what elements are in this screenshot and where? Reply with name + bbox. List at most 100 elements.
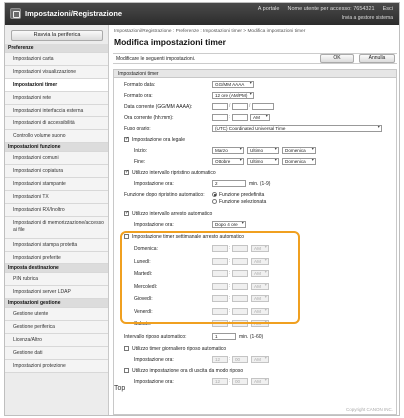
current-time-hour-input[interactable] — [212, 114, 228, 121]
dst-end-label: Fine: — [134, 159, 146, 165]
daily-sleep-label: Utilizzo timer giornaliero riposo automa… — [132, 346, 227, 352]
send-to-admin-link[interactable]: Invia a gestore sistema — [342, 15, 393, 21]
current-time-ampm-select[interactable]: AM — [250, 114, 270, 121]
sidebar-item-pin-rubrica[interactable]: PIN rubrica — [5, 273, 108, 287]
dst-end-week-select[interactable]: Ultimo — [247, 158, 279, 165]
default-function-radio[interactable] — [212, 192, 217, 197]
dst-start-day-select[interactable]: Domenica — [282, 147, 316, 154]
sidebar-item-impostazioni-protezione[interactable]: Impostazioni protezione — [5, 359, 108, 373]
sidebar-item-impostazioni-interfaccia-esterna[interactable]: Impostazioni interfaccia esterna — [5, 104, 108, 118]
dst-start-label: Inizio: — [134, 148, 148, 154]
sidebar-section-preferenze: Preferenze — [5, 44, 108, 53]
logout-link[interactable]: Esci — [383, 6, 393, 12]
auto-reset-checkbox[interactable] — [124, 169, 129, 175]
dst-start-month-select[interactable]: Marzo — [212, 147, 244, 154]
cancel-button[interactable]: Annulla — [359, 54, 395, 63]
login-user-name: Nome utente per accesso: 7654321 — [287, 6, 375, 12]
sleep-interval-unit: min. (1-60) — [239, 334, 264, 340]
top-links: A portale Nome utente per accesso: 76543… — [258, 6, 393, 12]
selected-function-label: Funzione selezionata — [219, 199, 267, 205]
selected-function-radio[interactable] — [212, 199, 217, 204]
sidebar-section-impostazioni-funzione: Impostazioni funzione — [5, 143, 108, 153]
ok-button[interactable]: OK — [320, 54, 354, 63]
restart-device-button[interactable]: Ravvia la periferica — [11, 30, 103, 41]
sidebar-item-impostazioni-timer[interactable]: Impostazioni timer — [5, 78, 108, 92]
breadcrumb: Impostazioni/Registrazione : Preferenze … — [114, 29, 306, 34]
sidebar-item-impostazioni-stampante[interactable]: Impostazioni stampante — [5, 178, 108, 191]
copyright-text: Copyright CANON INC. — [345, 407, 393, 412]
daily-sleep-hour-input[interactable]: 12 — [212, 356, 228, 363]
wake-time-ampm-select[interactable]: AM — [251, 378, 269, 385]
sidebar-item-gestione-dati[interactable]: Gestione dati — [5, 346, 108, 360]
sidebar-item-impostazioni-stampa-protetta[interactable]: Impostazioni stampa protetta — [5, 238, 108, 252]
sidebar-item-impostazioni-carta[interactable]: Impostazioni carta — [5, 53, 108, 66]
auto-reset-time-input[interactable]: 2 — [212, 180, 246, 187]
daily-sleep-ampm-select[interactable]: AM — [251, 356, 269, 363]
auto-reset-label: Utilizzo intervallo ripristino automatic… — [132, 170, 216, 176]
top-link[interactable]: Top — [114, 385, 125, 392]
sleep-interval-input[interactable]: 1 — [212, 333, 236, 340]
sidebar-item-impostazioni-tx[interactable]: Impostazioni TX — [5, 190, 108, 204]
daily-sleep-time-label: Impostazione ora: — [134, 357, 174, 363]
sidebar-item-controllo-volume-suono[interactable]: Controllo volume suono — [5, 130, 108, 144]
browser-frame: Impostazioni/Registrazione A portale Nom… — [4, 2, 400, 416]
sidebar-menu: Preferenze Impostazioni carta Impostazioni… — [5, 44, 108, 373]
sidebar-item-impostazioni-di-accessibilit[interactable]: Impostazioni di accessibilità — [5, 117, 108, 131]
date-format-label: Formato data: — [124, 82, 156, 88]
sidebar-item-impostazioni-visualizzazione[interactable]: Impostazioni visualizzazione — [5, 65, 108, 79]
auto-reset-unit: min. (1-9) — [249, 181, 271, 187]
sidebar-item-impostazioni-rx-inoltro[interactable]: Impostazioni RX/Inoltro — [5, 203, 108, 217]
sidebar-item-impostazioni-rete[interactable]: Impostazioni rete — [5, 91, 108, 105]
sidebar-item-impostazioni-copiatura[interactable]: Impostazioni copiatura — [5, 165, 108, 179]
dst-checkbox[interactable] — [124, 136, 129, 142]
wake-time-checkbox[interactable] — [124, 368, 129, 373]
sidebar-item-impostazioni-comuni[interactable]: Impostazioni comuni — [5, 152, 108, 166]
time-format-label: Formato ora: — [124, 93, 153, 99]
sidebar-section-impostazioni-gestione: Impostazioni gestione — [5, 299, 108, 309]
after-reset-label: Funzione dopo ripristino automatico: — [124, 192, 205, 198]
current-date-year-input[interactable] — [252, 103, 274, 110]
wake-time-time-label: Impostazione ora: — [134, 379, 174, 385]
time-separator: : — [229, 114, 231, 120]
current-date-day-input[interactable] — [212, 103, 228, 110]
auto-reset-time-label: Impostazione ora: — [134, 181, 174, 187]
sidebar: Ravvia la periferica Preferenze Impostazi… — [5, 25, 109, 415]
portal-link[interactable]: A portale — [258, 6, 280, 12]
current-time-label: Ora corrente (hh:mm): — [124, 115, 174, 121]
time-separator: : — [229, 356, 231, 362]
default-function-label: Funzione predefinita — [219, 192, 265, 198]
sidebar-item-impostazioni-preferite[interactable]: Impostazioni preferite — [5, 251, 108, 265]
sidebar-item-gestione-periferica[interactable]: Gestione periferica — [5, 321, 108, 335]
settings-logo-icon — [10, 8, 21, 19]
dst-end-month-select[interactable]: Ottobre — [212, 158, 244, 165]
current-date-month-input[interactable] — [232, 103, 248, 110]
sleep-interval-label: Intervallo riposo automatico: — [124, 334, 187, 340]
date-format-select[interactable]: GG/MM AAAA — [212, 81, 254, 88]
sidebar-item-licenza-altro[interactable]: Licenza/Altro — [5, 334, 108, 347]
dst-end-day-select[interactable]: Domenica — [282, 158, 316, 165]
time-separator: : — [229, 378, 231, 384]
daily-sleep-checkbox[interactable] — [124, 346, 129, 351]
auto-stop-time-select[interactable]: Dopo 4 ore — [212, 221, 246, 228]
date-separator: / — [229, 103, 231, 109]
weekly-section-highlight — [120, 231, 300, 324]
auto-stop-checkbox[interactable] — [124, 210, 129, 216]
current-time-minute-input[interactable] — [232, 114, 248, 121]
timezone-label: Fuso orario: — [124, 126, 151, 132]
action-bar: Modificare le seguenti impostazioni. OK … — [113, 53, 397, 64]
date-separator: / — [249, 103, 251, 109]
top-bar: Impostazioni/Registrazione A portale Nom… — [5, 3, 399, 25]
dst-label: Impostazione ora legale — [132, 137, 186, 143]
sidebar-section-imposta-destinazione: Imposta destinazione — [5, 264, 108, 274]
timezone-select[interactable]: (UTC) Coordinated Universal Time — [212, 125, 382, 132]
sidebar-item-impostazioni-server-ldap[interactable]: Impostazioni server LDAP — [5, 286, 108, 300]
wake-time-hour-input[interactable]: 12 — [212, 378, 228, 385]
daily-sleep-minute-input[interactable]: 00 — [232, 356, 248, 363]
wake-time-minute-input[interactable]: 00 — [232, 378, 248, 385]
sidebar-item-gestione-utente[interactable]: Gestione utente — [5, 308, 108, 322]
page-title: Modifica impostazioni timer — [114, 37, 226, 47]
time-format-select[interactable]: 12 ore (AM/PM) — [212, 92, 254, 99]
sidebar-item-impostazioni-di-memorizzazione-accesso-ai-file[interactable]: Impostazioni di memorizzazione/accesso a… — [5, 216, 108, 239]
auto-stop-time-label: Impostazione ora: — [134, 222, 174, 228]
dst-start-week-select[interactable]: Ultimo — [247, 147, 279, 154]
